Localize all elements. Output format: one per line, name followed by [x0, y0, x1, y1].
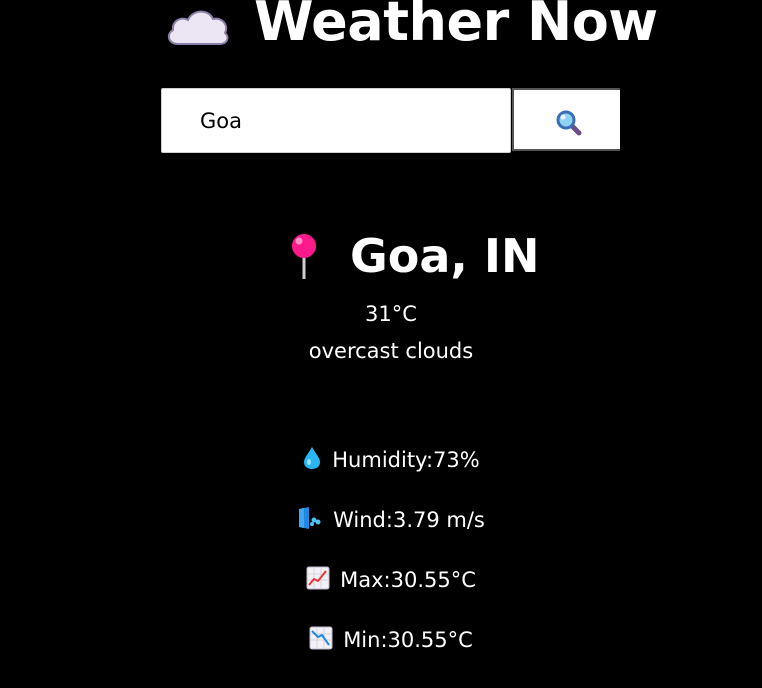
wind-icon: [299, 507, 321, 529]
location-name: Goa, IN: [350, 229, 540, 283]
humidity-value: Humidity:73%: [332, 448, 480, 472]
location-heading: Goa, IN: [0, 226, 762, 286]
app-header: Weather Now: [0, 0, 762, 60]
magnifier-icon: [556, 110, 582, 136]
max-temp-row: Max:30.55°C: [0, 563, 762, 595]
weather-app: Weather Now Goa, IN 31°C overcast clouds…: [0, 0, 762, 688]
min-temp-value: Min:30.55°C: [343, 628, 473, 652]
search-button[interactable]: [512, 88, 620, 151]
pin-icon: [292, 234, 316, 279]
cloud-icon: [167, 10, 229, 45]
chart-increasing-icon: [306, 566, 330, 590]
weather-description: overcast clouds: [308, 339, 474, 363]
wind-value: Wind:3.79 m/s: [333, 508, 485, 532]
min-temp-row: Min:30.55°C: [0, 623, 762, 655]
search-input[interactable]: [161, 88, 511, 153]
droplet-icon: [304, 447, 321, 469]
page-title: Weather Now: [254, 0, 658, 53]
chart-decreasing-icon: [309, 626, 333, 650]
max-temp-value: Max:30.55°C: [340, 568, 476, 592]
wind-row: Wind:3.79 m/s: [0, 503, 762, 535]
humidity-row: Humidity:73%: [0, 443, 762, 475]
temperature: 31°C: [365, 302, 417, 326]
